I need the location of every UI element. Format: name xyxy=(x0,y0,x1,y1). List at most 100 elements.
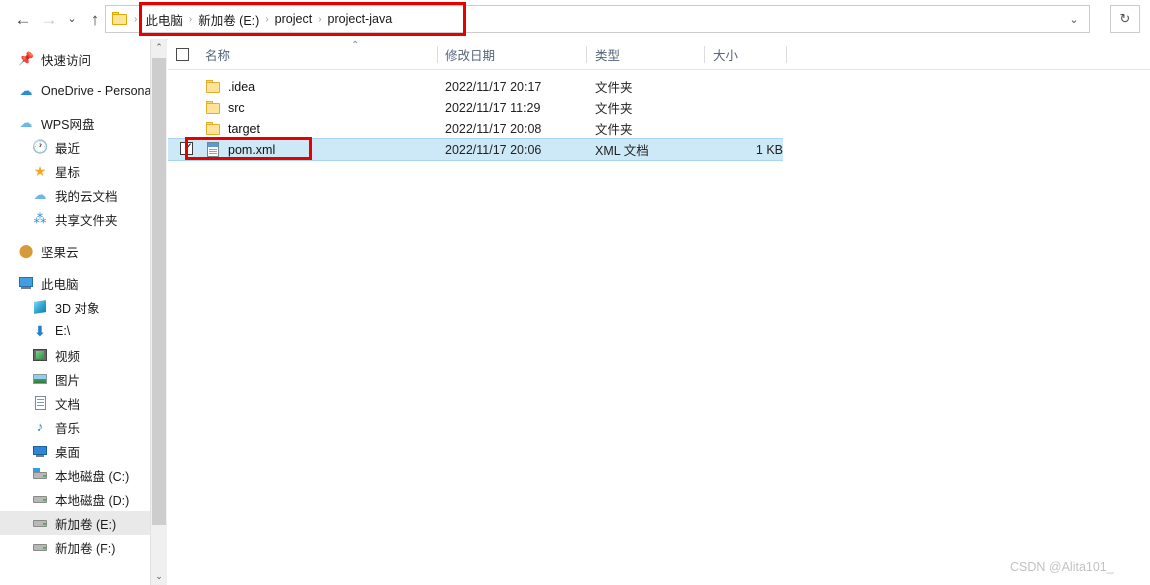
breadcrumb-separator: › xyxy=(318,14,321,25)
breadcrumb-item-volume-e[interactable]: 新加卷 (E:) xyxy=(198,10,259,29)
sidebar-item-local-disk-c[interactable]: 本地磁盘 (C:) xyxy=(0,463,150,487)
file-size-cell: 1 KB xyxy=(713,143,783,157)
breadcrumb-separator-leading: › xyxy=(134,14,137,25)
nut-icon: ⬤ xyxy=(18,243,34,259)
folder-icon xyxy=(205,101,221,115)
sidebar-item-label: 图片 xyxy=(55,370,80,389)
sidebar-scrollbar-thumb[interactable] xyxy=(152,58,166,525)
file-type-cell: 文件夹 xyxy=(595,119,633,138)
star-icon: ★ xyxy=(32,163,48,179)
table-row[interactable]: src 2022/11/17 11:29 文件夹 xyxy=(168,97,783,118)
column-header-row: ⌃ 名称 修改日期 类型 大小 xyxy=(168,39,1150,70)
sidebar-item-label: 最近 xyxy=(55,138,80,157)
sidebar-item-music[interactable]: ♪ 音乐 xyxy=(0,415,150,439)
sidebar-item-label: 3D 对象 xyxy=(55,298,99,317)
file-name-label: src xyxy=(228,101,245,115)
file-name-label: target xyxy=(228,122,260,136)
sidebar-item-documents[interactable]: 文档 xyxy=(0,391,150,415)
recent-locations-button[interactable]: ⌄ xyxy=(62,5,82,35)
folder-icon xyxy=(205,80,221,94)
cloud-light-icon: ☁ xyxy=(32,187,48,203)
column-header-size[interactable]: 大小 xyxy=(713,39,783,69)
cloud-light-icon: ☁ xyxy=(18,115,34,131)
sidebar-item-label: 我的云文档 xyxy=(55,186,118,205)
file-type-cell: 文件夹 xyxy=(595,98,633,117)
sidebar-item-label: OneDrive - Personal xyxy=(41,84,150,98)
sidebar-item-starred[interactable]: ★ 星标 xyxy=(0,159,150,183)
file-name-label: .idea xyxy=(228,80,255,94)
sidebar-item-wps-drive[interactable]: ☁ WPS网盘 xyxy=(0,111,150,135)
breadcrumb: 此电脑 › 新加卷 (E:) › project › project-java xyxy=(145,10,392,29)
breadcrumb-item-project-java[interactable]: project-java xyxy=(328,12,393,26)
column-header-name[interactable]: 名称 xyxy=(205,39,435,69)
sidebar-item-quick-access[interactable]: 📌 快速访问 xyxy=(0,47,150,71)
sidebar-item-label: 坚果云 xyxy=(41,242,79,261)
watermark-label: CSDN @Alita101_ xyxy=(1010,560,1114,574)
forward-button[interactable]: → xyxy=(36,5,62,35)
sidebar-item-label: 星标 xyxy=(55,162,80,181)
sidebar-item-e-drive[interactable]: ⬇ E:\ xyxy=(0,319,150,343)
share-icon: ⁂ xyxy=(32,211,48,227)
breadcrumb-item-project[interactable]: project xyxy=(275,12,313,26)
sidebar-item-label: 此电脑 xyxy=(41,274,79,293)
drive-icon xyxy=(32,515,48,531)
column-header-type[interactable]: 类型 xyxy=(595,39,703,69)
music-icon: ♪ xyxy=(32,419,48,435)
sidebar-item-this-pc[interactable]: 此电脑 xyxy=(0,271,150,295)
sidebar-item-my-cloud-docs[interactable]: ☁ 我的云文档 xyxy=(0,183,150,207)
sidebar-item-label: E:\ xyxy=(55,324,70,338)
table-row[interactable]: target 2022/11/17 20:08 文件夹 xyxy=(168,118,783,139)
file-date-cell: 2022/11/17 20:06 xyxy=(445,143,541,157)
refresh-icon[interactable]: ↻ xyxy=(1110,5,1140,33)
sidebar-item-label: 桌面 xyxy=(55,442,80,461)
file-type-cell: XML 文档 xyxy=(595,140,649,159)
document-icon xyxy=(32,395,48,411)
sidebar-item-label: 视频 xyxy=(55,346,80,365)
monitor-icon xyxy=(18,275,34,291)
sidebar-item-desktop[interactable]: 桌面 xyxy=(0,439,150,463)
file-name-label: pom.xml xyxy=(228,143,275,157)
file-date-cell: 2022/11/17 11:29 xyxy=(445,101,540,115)
file-name-cell: src xyxy=(205,101,245,115)
checkmark-icon: ✓ xyxy=(183,141,193,154)
sidebar-item-label: 文档 xyxy=(55,394,80,413)
drive-icon xyxy=(32,491,48,507)
sidebar-item-3d-objects[interactable]: 3D 对象 xyxy=(0,295,150,319)
column-header-date-modified[interactable]: 修改日期 xyxy=(445,39,585,69)
file-name-cell: target xyxy=(205,122,260,136)
cloud-icon: ☁ xyxy=(18,83,34,99)
file-type-cell: 文件夹 xyxy=(595,77,633,96)
scroll-up-icon[interactable]: ⌃ xyxy=(151,39,167,56)
sidebar-item-label: 新加卷 (E:) xyxy=(55,514,116,533)
address-bar[interactable]: › 此电脑 › 新加卷 (E:) › project › project-jav… xyxy=(105,5,1090,33)
download-arrow-icon: ⬇ xyxy=(32,323,48,339)
file-date-cell: 2022/11/17 20:17 xyxy=(445,80,541,94)
sidebar-scrollbar[interactable]: ⌃ ⌄ xyxy=(150,39,167,585)
sidebar-item-volume-e[interactable]: 新加卷 (E:) xyxy=(0,511,150,535)
sidebar-item-shared-folder[interactable]: ⁂ 共享文件夹 xyxy=(0,207,150,231)
sidebar-item-onedrive[interactable]: ☁ OneDrive - Personal xyxy=(0,79,150,103)
sidebar-item-label: 本地磁盘 (C:) xyxy=(55,466,129,485)
sidebar-item-label: 快速访问 xyxy=(41,50,91,69)
table-row[interactable]: .idea 2022/11/17 20:17 文件夹 xyxy=(168,76,783,97)
desktop-icon xyxy=(32,443,48,459)
sidebar-item-label: 音乐 xyxy=(55,418,80,437)
sidebar-item-volume-f[interactable]: 新加卷 (F:) xyxy=(0,535,150,559)
sidebar-item-pictures[interactable]: 图片 xyxy=(0,367,150,391)
back-button[interactable]: ← xyxy=(10,5,36,35)
table-row[interactable]: ✓ pom.xml 2022/11/17 20:06 XML 文档 1 KB xyxy=(168,138,783,161)
3d-object-icon xyxy=(32,299,48,315)
breadcrumb-separator: › xyxy=(189,14,192,25)
chevron-down-icon[interactable]: ⌄ xyxy=(1059,6,1089,32)
select-all-checkbox[interactable] xyxy=(176,48,189,61)
breadcrumb-item-this-pc[interactable]: 此电脑 xyxy=(145,10,183,29)
sidebar-item-nutstore[interactable]: ⬤ 坚果云 xyxy=(0,239,150,263)
sidebar-item-recent[interactable]: 🕐 最近 xyxy=(0,135,150,159)
row-checkbox[interactable]: ✓ xyxy=(180,142,193,155)
sidebar-item-videos[interactable]: 视频 xyxy=(0,343,150,367)
xml-file-icon xyxy=(205,142,221,157)
folder-icon xyxy=(112,12,128,26)
scroll-down-icon[interactable]: ⌄ xyxy=(151,568,167,585)
sidebar-item-label: WPS网盘 xyxy=(41,114,94,133)
sidebar-item-local-disk-d[interactable]: 本地磁盘 (D:) xyxy=(0,487,150,511)
